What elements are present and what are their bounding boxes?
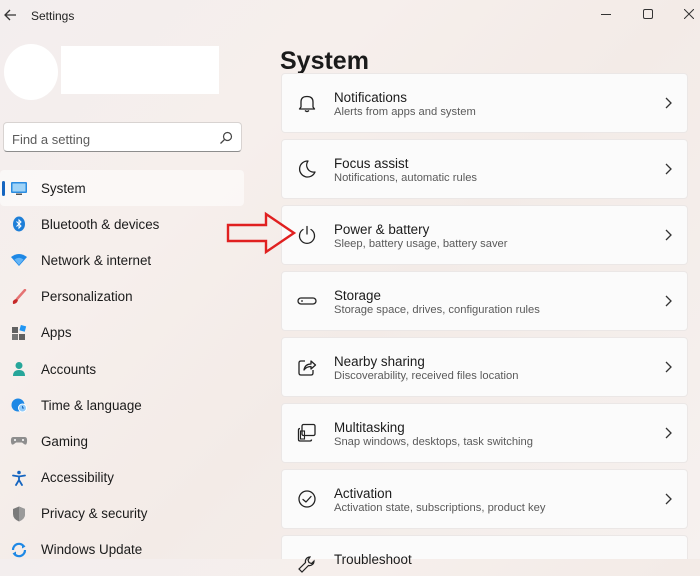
check-circle-icon bbox=[298, 490, 316, 508]
sidebar-item-windows-update[interactable]: Windows Update bbox=[0, 532, 244, 568]
power-icon bbox=[298, 225, 316, 244]
controller-icon bbox=[10, 437, 28, 445]
sidebar-item-label: Windows Update bbox=[41, 542, 143, 558]
chevron-right-icon bbox=[665, 97, 672, 109]
globe-clock-icon bbox=[11, 398, 27, 413]
card-subtitle: Storage space, drives, configuration rul… bbox=[334, 304, 540, 316]
accessibility-icon bbox=[12, 470, 26, 486]
search-icon[interactable] bbox=[219, 131, 233, 145]
apps-icon bbox=[12, 324, 27, 340]
sidebar-item-network[interactable]: Network & internet bbox=[0, 242, 244, 278]
brush-icon bbox=[12, 288, 27, 304]
sidebar-item-accessibility[interactable]: Accessibility bbox=[0, 460, 244, 496]
sidebar-item-label: Accessibility bbox=[41, 470, 114, 486]
sidebar-item-label: Bluetooth & devices bbox=[41, 216, 160, 232]
card-title: Activation bbox=[334, 486, 393, 501]
card-subtitle: Discoverability, received files location bbox=[334, 370, 519, 382]
maximize-icon bbox=[643, 9, 653, 19]
card-subtitle: Snap windows, desktops, task switching bbox=[334, 436, 533, 448]
card-notifications[interactable]: Notifications Alerts from apps and syste… bbox=[281, 73, 688, 133]
card-multitasking[interactable]: Multitasking Snap windows, desktops, tas… bbox=[281, 403, 688, 463]
maximize-button[interactable] bbox=[625, 0, 671, 28]
wifi-icon bbox=[11, 254, 27, 267]
close-icon bbox=[684, 9, 694, 19]
minimize-icon bbox=[601, 14, 611, 15]
card-troubleshoot[interactable]: Troubleshoot bbox=[281, 535, 688, 573]
sidebar-item-label: Network & internet bbox=[41, 252, 152, 268]
card-focus-assist[interactable]: Focus assist Notifications, automatic ru… bbox=[281, 139, 688, 199]
card-title: Power & battery bbox=[334, 222, 430, 237]
card-power-battery[interactable]: Power & battery Sleep, battery usage, ba… bbox=[281, 205, 688, 265]
sidebar-item-apps[interactable]: Apps bbox=[0, 315, 244, 351]
sidebar-item-gaming[interactable]: Gaming bbox=[0, 423, 244, 459]
monitor-icon bbox=[11, 182, 27, 195]
page-title: System bbox=[280, 47, 369, 75]
card-title: Focus assist bbox=[334, 156, 409, 171]
sidebar-item-label: Accounts bbox=[41, 361, 97, 377]
drive-icon bbox=[297, 297, 317, 305]
card-subtitle: Alerts from apps and system bbox=[334, 106, 476, 118]
wrench-icon bbox=[298, 556, 315, 573]
sidebar-item-personalization[interactable]: Personalization bbox=[0, 279, 244, 315]
sidebar-item-label: Gaming bbox=[41, 433, 88, 449]
sidebar-item-label: Privacy & security bbox=[41, 506, 148, 522]
update-icon bbox=[11, 542, 27, 558]
card-nearby-sharing[interactable]: Nearby sharing Discoverability, received… bbox=[281, 337, 688, 397]
app-title: Settings bbox=[31, 9, 75, 23]
chevron-right-icon bbox=[665, 427, 672, 439]
back-arrow-icon[interactable] bbox=[2, 6, 20, 24]
sidebar-item-label: Personalization bbox=[41, 289, 133, 305]
person-icon bbox=[13, 361, 25, 376]
selection-indicator bbox=[2, 181, 5, 196]
multitask-icon bbox=[297, 423, 316, 442]
chevron-right-icon bbox=[665, 163, 672, 175]
moon-icon bbox=[299, 160, 316, 178]
close-button[interactable] bbox=[666, 0, 700, 28]
bell-icon bbox=[298, 95, 316, 113]
card-title: Notifications bbox=[334, 90, 407, 105]
card-title: Troubleshoot bbox=[334, 552, 412, 567]
title-bar: Settings bbox=[0, 0, 700, 32]
sidebar-item-system[interactable]: System bbox=[0, 170, 244, 207]
chevron-right-icon bbox=[665, 493, 672, 505]
sidebar-item-label: System bbox=[41, 180, 86, 196]
sidebar-item-label: Apps bbox=[41, 325, 72, 341]
search-box[interactable] bbox=[3, 122, 242, 152]
sidebar-item-bluetooth[interactable]: Bluetooth & devices bbox=[0, 206, 244, 242]
shield-icon bbox=[13, 506, 25, 522]
sidebar-item-time-language[interactable]: Time & language bbox=[0, 387, 244, 423]
chevron-right-icon bbox=[665, 229, 672, 241]
sidebar-item-label: Time & language bbox=[41, 397, 142, 413]
card-activation[interactable]: Activation Activation state, subscriptio… bbox=[281, 469, 688, 529]
search-input[interactable] bbox=[10, 129, 214, 149]
card-title: Nearby sharing bbox=[334, 354, 425, 369]
card-title: Multitasking bbox=[334, 420, 405, 435]
sidebar-nav: System Bluetooth & devices Network & int… bbox=[0, 170, 244, 568]
avatar[interactable] bbox=[4, 44, 58, 100]
card-title: Storage bbox=[334, 288, 381, 303]
bluetooth-icon bbox=[13, 216, 25, 232]
account-name-redacted bbox=[61, 46, 219, 94]
share-icon bbox=[298, 360, 317, 376]
annotation-arrow-icon bbox=[226, 211, 297, 255]
card-storage[interactable]: Storage Storage space, drives, configura… bbox=[281, 271, 688, 331]
card-subtitle: Sleep, battery usage, battery saver bbox=[334, 238, 508, 250]
sidebar-item-accounts[interactable]: Accounts bbox=[0, 351, 244, 387]
minimize-button[interactable] bbox=[583, 0, 629, 28]
sidebar-item-privacy[interactable]: Privacy & security bbox=[0, 496, 244, 532]
chevron-right-icon bbox=[665, 361, 672, 373]
card-subtitle: Notifications, automatic rules bbox=[334, 172, 478, 184]
chevron-right-icon bbox=[665, 295, 672, 307]
card-subtitle: Activation state, subscriptions, product… bbox=[334, 502, 546, 514]
